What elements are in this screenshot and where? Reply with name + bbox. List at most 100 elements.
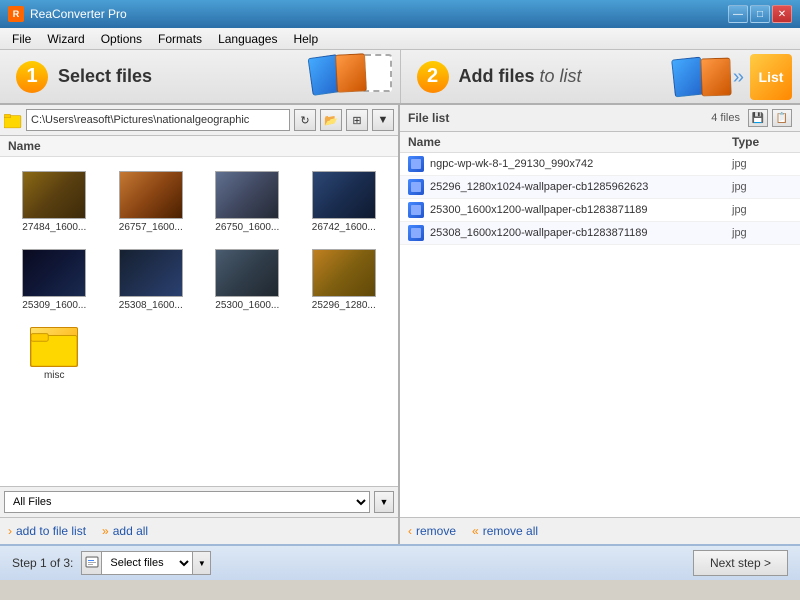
file-list-header: File list 4 files 💾 📋 [400, 105, 800, 132]
step-select-dropdown[interactable]: Select files [102, 552, 192, 574]
step2-label: Add files to list [459, 66, 582, 87]
type-col-header: Type [732, 135, 792, 149]
step2-header: 2 Add files to list » List [401, 50, 800, 103]
step-select-icon [82, 552, 102, 574]
file-list[interactable]: ngpc-wp-wk-8-1_29130_990x742 jpg 25296_1… [400, 153, 800, 517]
files-grid[interactable]: 27484_1600... 26757_1600... 26750_1600..… [0, 157, 398, 486]
title-bar: R ReaConverter Pro — □ ✕ [0, 0, 800, 28]
name-column-label: Name [8, 139, 41, 153]
file-thumb-label: 25296_1280... [309, 300, 379, 311]
remove-all-button[interactable]: « remove all [472, 524, 538, 538]
list-item[interactable]: 25300_1600... [203, 245, 292, 315]
table-row[interactable]: 25300_1600x1200-wallpaper-cb1283871189 j… [400, 199, 800, 222]
remove-arrow-icon: ‹ [408, 524, 412, 538]
file-list-title: File list [408, 111, 711, 125]
window-controls: — □ ✕ [728, 5, 792, 23]
app-title: ReaConverter Pro [30, 7, 728, 21]
address-bar: ↻ 📂 ⊞ ▼ [0, 105, 398, 136]
file-list-columns: Name Type [400, 132, 800, 153]
file-thumb-label: 25309_1600... [19, 300, 89, 311]
file-type-cell: jpg [732, 227, 792, 239]
add-to-file-list-button[interactable]: › add to file list [8, 524, 86, 538]
menu-languages[interactable]: Languages [210, 30, 285, 48]
table-row[interactable]: 25308_1600x1200-wallpaper-cb1283871189 j… [400, 222, 800, 245]
file-type-cell: jpg [732, 204, 792, 216]
filter-dropdown-arrow[interactable]: ▼ [374, 491, 394, 513]
menu-wizard[interactable]: Wizard [39, 30, 92, 48]
save-list-button[interactable]: 💾 [748, 109, 768, 127]
file-thumb-label: 26757_1600... [116, 222, 186, 233]
step2-arrow-icon: » [733, 66, 744, 89]
files-column-header: Name [0, 136, 398, 157]
file-thumb-label: 26742_1600... [309, 222, 379, 233]
menu-bar: File Wizard Options Formats Languages He… [0, 28, 800, 50]
file-type-filter[interactable]: All Files JPEG PNG BMP [4, 491, 370, 513]
remove-buttons-bar: ‹ remove « remove all [400, 517, 800, 544]
list-item[interactable]: 26742_1600... [300, 167, 389, 237]
add-all-label: add all [113, 524, 148, 538]
name-col-header: Name [408, 135, 732, 149]
view-toggle-button[interactable]: ⊞ [346, 109, 368, 131]
list-item[interactable]: 25308_1600... [107, 245, 196, 315]
right-panel: File list 4 files 💾 📋 Name Type ngpc- [400, 105, 800, 544]
file-type-cell: jpg [732, 181, 792, 193]
file-thumb-label: 25300_1600... [212, 300, 282, 311]
list-item[interactable]: 26757_1600... [107, 167, 196, 237]
remove-label: remove [416, 524, 456, 538]
address-input[interactable] [26, 109, 290, 131]
list-item[interactable]: 27484_1600... [10, 167, 99, 237]
status-bar: Step 1 of 3: Select files ▼ Next step > [0, 544, 800, 580]
step-indicator-label: Step 1 of 3: [12, 556, 73, 570]
step1-label: Select files [58, 66, 152, 87]
file-type-icon [408, 225, 424, 241]
folder-icon [4, 111, 22, 129]
folder-label: misc [19, 370, 89, 381]
maximize-button[interactable]: □ [750, 5, 770, 23]
remove-button[interactable]: ‹ remove [408, 524, 456, 538]
file-count-badge: 4 files [711, 112, 740, 124]
table-row[interactable]: 25296_1280x1024-wallpaper-cb1285962623 j… [400, 176, 800, 199]
refresh-button[interactable]: ↻ [294, 109, 316, 131]
file-type-icon [408, 156, 424, 172]
step-select-wrapper: Select files ▼ [81, 551, 211, 575]
step1-number: 1 [16, 61, 48, 93]
menu-file[interactable]: File [4, 30, 39, 48]
panels: ↻ 📂 ⊞ ▼ Name 27484_1600... 267 [0, 105, 800, 544]
add-all-arrow-icon: » [102, 524, 109, 538]
add-to-list-label: add to file list [16, 524, 86, 538]
file-name-cell: 25300_1600x1200-wallpaper-cb1283871189 [430, 204, 732, 216]
file-name-cell: 25308_1600x1200-wallpaper-cb1283871189 [430, 227, 732, 239]
table-row[interactable]: ngpc-wp-wk-8-1_29130_990x742 jpg [400, 153, 800, 176]
menu-formats[interactable]: Formats [150, 30, 210, 48]
dropdown-arrow-btn[interactable]: ▼ [372, 109, 394, 131]
list-item[interactable]: 26750_1600... [203, 167, 292, 237]
list-action-buttons: 💾 📋 [748, 109, 792, 127]
file-name-cell: ngpc-wp-wk-8-1_29130_990x742 [430, 158, 732, 170]
list-item[interactable]: 25309_1600... [10, 245, 99, 315]
left-panel: ↻ 📂 ⊞ ▼ Name 27484_1600... 267 [0, 105, 400, 544]
file-type-cell: jpg [732, 158, 792, 170]
browse-folder-button[interactable]: 📂 [320, 109, 342, 131]
folder-item[interactable]: misc [10, 323, 99, 385]
close-button[interactable]: ✕ [772, 5, 792, 23]
step-select-chevron[interactable]: ▼ [192, 552, 210, 574]
step2-list-icon: List [750, 54, 792, 100]
minimize-button[interactable]: — [728, 5, 748, 23]
files-grid-inner: 27484_1600... 26757_1600... 26750_1600..… [10, 167, 388, 385]
next-step-button[interactable]: Next step > [693, 550, 788, 576]
add-arrow-icon: › [8, 524, 12, 538]
menu-options[interactable]: Options [93, 30, 150, 48]
menu-help[interactable]: Help [285, 30, 326, 48]
remove-all-arrow-icon: « [472, 524, 479, 538]
step1-decoration [298, 54, 392, 92]
add-all-button[interactable]: » add all [102, 524, 148, 538]
file-thumb-label: 26750_1600... [212, 222, 282, 233]
file-thumb-label: 25308_1600... [116, 300, 186, 311]
file-type-icon [408, 179, 424, 195]
load-list-button[interactable]: 📋 [772, 109, 792, 127]
list-item[interactable]: 25296_1280... [300, 245, 389, 315]
filter-bar: All Files JPEG PNG BMP ▼ [0, 486, 398, 517]
app-icon: R [8, 6, 24, 22]
file-name-cell: 25296_1280x1024-wallpaper-cb1285962623 [430, 181, 732, 193]
step1-header: 1 Select files [0, 50, 401, 103]
